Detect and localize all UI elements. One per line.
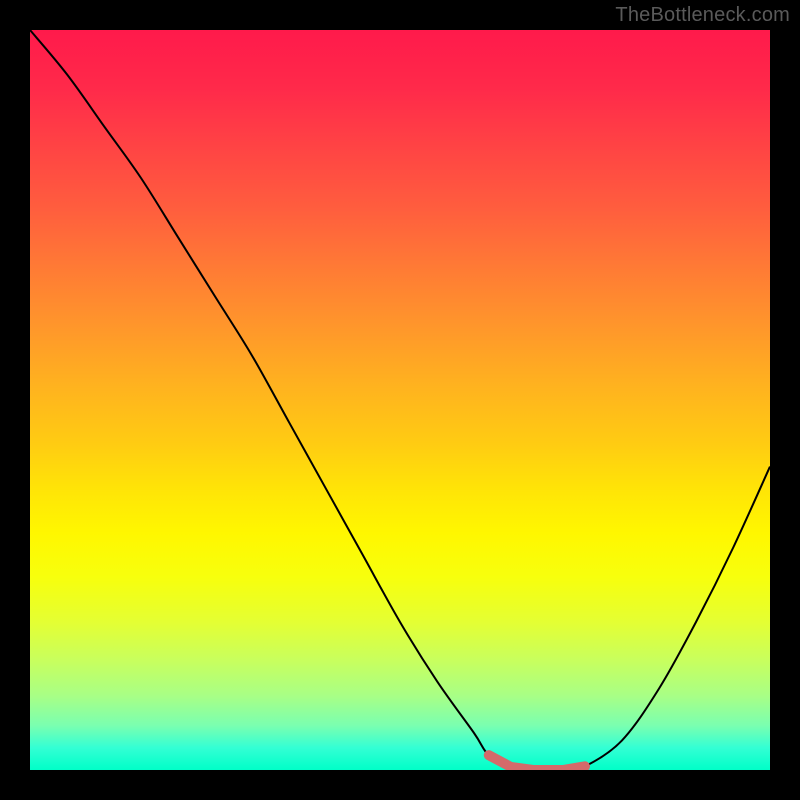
- watermark-text: TheBottleneck.com: [615, 4, 790, 27]
- bottleneck-chart-svg: [30, 30, 770, 770]
- chart-plot-area: [30, 30, 770, 770]
- bottleneck-curve: [30, 30, 770, 770]
- optimal-zone-highlight: [489, 755, 585, 770]
